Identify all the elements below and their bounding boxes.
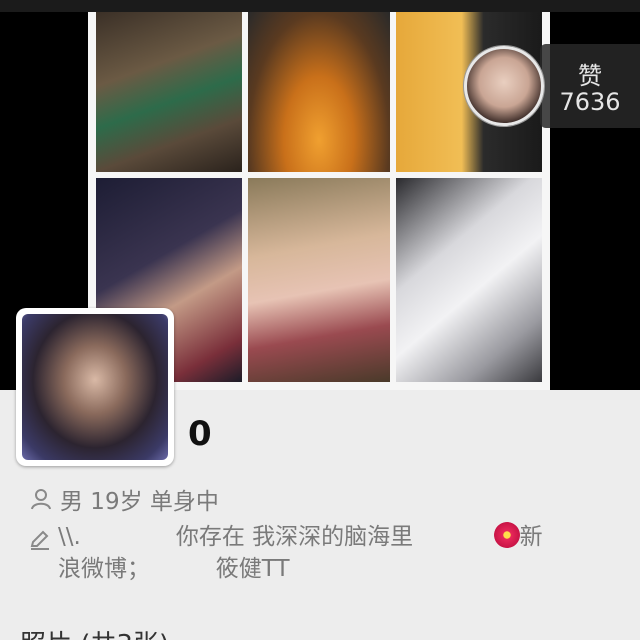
user-info-text: 男 19岁 单身中 xyxy=(60,489,219,515)
like-label: 赞 xyxy=(578,62,602,90)
profile-avatar[interactable] xyxy=(16,308,174,466)
top-bar xyxy=(0,0,640,12)
collage-photo xyxy=(248,178,390,382)
like-count: 7636 xyxy=(559,88,621,116)
photos-section-title[interactable]: 照片 (共3张) xyxy=(20,624,169,640)
collage-photo xyxy=(396,178,542,382)
flower-emoji-icon xyxy=(493,522,520,548)
user-icon xyxy=(31,489,51,510)
liker-avatar[interactable] xyxy=(464,46,544,126)
pencil-icon xyxy=(30,530,49,550)
collage-photo xyxy=(248,12,390,172)
bio-text: \\. 你存在 我深深的脑海里 新 浪微博； 筱健TT xyxy=(58,521,618,585)
user-name: 0 xyxy=(188,414,212,454)
user-info-row: 男 19岁 单身中 xyxy=(30,484,219,515)
avatar-image xyxy=(22,314,168,460)
collage-photo xyxy=(96,12,242,172)
bio-text-part: \\. 你存在 我深深的脑海里 xyxy=(58,524,494,550)
